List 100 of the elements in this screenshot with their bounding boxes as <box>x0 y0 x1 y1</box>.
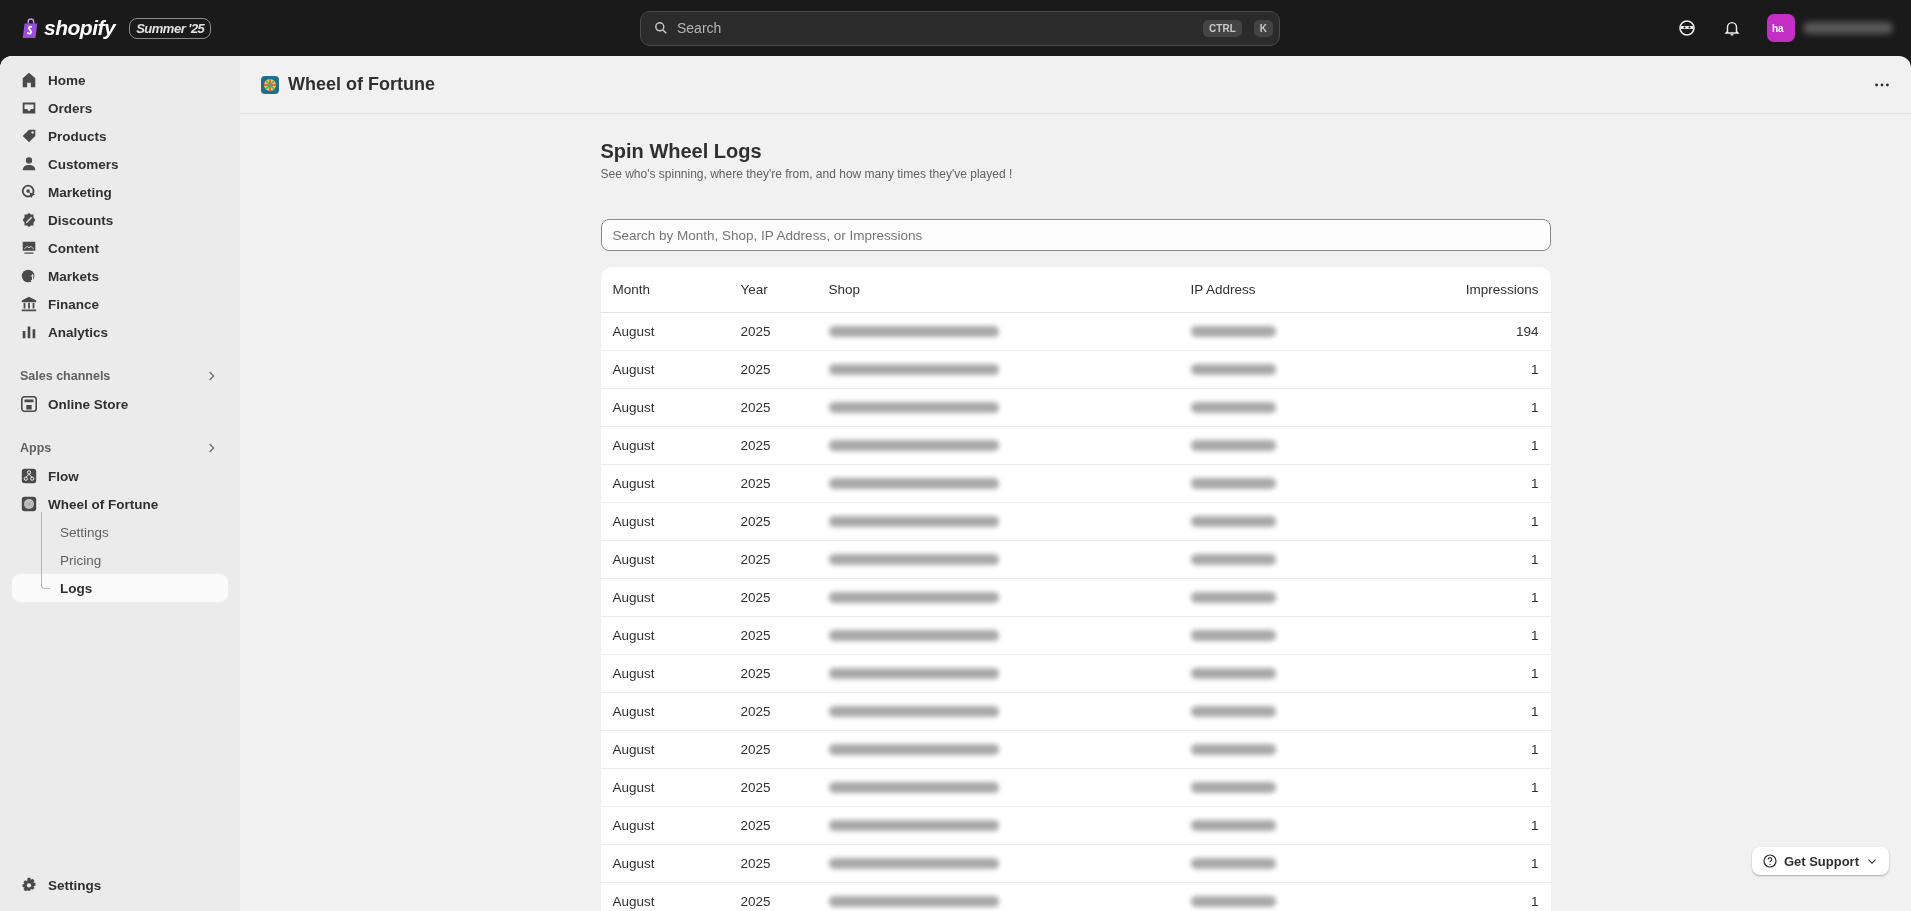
table-cell-text: August <box>612 324 656 339</box>
section-heading: Apps <box>20 441 52 455</box>
settings-icon <box>20 876 38 894</box>
nav-item[interactable]: Online Store <box>12 390 137 418</box>
page-title: Spin Wheel Logs <box>600 140 763 163</box>
table-cell-text: 1 <box>1530 514 1539 529</box>
table-cell-text: August <box>612 476 656 491</box>
nav-item[interactable]: Discounts <box>12 206 122 234</box>
table-row[interactable]: August 2025 1 <box>600 541 1551 579</box>
column-header: IP Address <box>1190 282 1257 297</box>
table-cell-text: 2025 <box>740 742 772 757</box>
nav-item[interactable]: Home <box>12 66 94 94</box>
table-cell-text: August <box>612 438 656 453</box>
column-header: Shop <box>828 282 862 297</box>
table-row[interactable]: August 2025 1 <box>600 389 1551 427</box>
brand-wordmark[interactable]: shopify <box>44 16 116 40</box>
table-cell-text: 1 <box>1530 780 1539 795</box>
table-cell-text: 1 <box>1530 362 1539 377</box>
table-cell-text: 2025 <box>740 856 772 871</box>
table-cell-text: August <box>612 780 656 795</box>
home-icon <box>20 71 38 89</box>
get-support-button[interactable]: Get Support <box>1751 847 1889 875</box>
table-cell-text: 1 <box>1530 552 1539 567</box>
table-cell-text: August <box>612 856 656 871</box>
table-cell-text: 2025 <box>740 514 772 529</box>
masked-face-icon[interactable] <box>1677 18 1697 38</box>
table-cell-text: August <box>612 400 656 415</box>
column-header: Impressions <box>1464 282 1539 297</box>
nav-item[interactable]: Settings <box>12 871 110 899</box>
table-cell-text: August <box>612 666 656 681</box>
edition-badge: Summer '25 <box>129 17 212 39</box>
table-cell-text: 1 <box>1530 438 1539 453</box>
table-cell-text: 2025 <box>740 628 772 643</box>
shopping-bag-logo-icon <box>20 16 40 40</box>
table-row[interactable]: August 2025 1 <box>600 655 1551 693</box>
notification-bell-icon[interactable] <box>1723 19 1741 37</box>
table-row[interactable]: August 2025 1 <box>600 731 1551 769</box>
person-icon <box>20 155 38 173</box>
table-row[interactable]: August 2025 1 <box>600 465 1551 503</box>
table-cell-text: 1 <box>1530 818 1539 833</box>
table-row[interactable]: August 2025 194 <box>600 313 1551 351</box>
target-icon <box>20 183 38 201</box>
table-row[interactable]: August 2025 1 <box>600 769 1551 807</box>
keyboard-key: CTRL <box>1203 19 1242 37</box>
nav-subitem[interactable]: Logs <box>12 574 228 602</box>
table-cell-text: 1 <box>1530 666 1539 681</box>
table-row[interactable]: August 2025 1 <box>600 351 1551 389</box>
table-cell-text: 1 <box>1530 894 1539 909</box>
search-field[interactable]: Search by Month, Shop, IP Address, or Impressions <box>600 219 1551 251</box>
table-cell-text: 1 <box>1530 742 1539 757</box>
page-subtitle: See who's spinning, where they're from, and how many times they've played ! <box>600 167 1014 181</box>
table-cell-text: August <box>612 818 656 833</box>
table-cell-text: August <box>612 552 656 567</box>
table-cell-text: 2025 <box>740 324 772 339</box>
search-field[interactable]: Search CTRL K <box>640 10 1280 46</box>
nav-subitem[interactable]: Pricing <box>12 546 228 574</box>
table-cell-text: 2025 <box>740 476 772 491</box>
nav-item[interactable]: Flow <box>12 462 87 490</box>
wheel-app-icon <box>260 74 280 95</box>
table-row[interactable]: August 2025 1 <box>600 807 1551 845</box>
flow-nodes-icon <box>20 467 38 485</box>
nav-item[interactable]: Orders <box>12 94 101 122</box>
table-cell-text: 2025 <box>740 552 772 567</box>
nav-item[interactable]: Customers <box>12 150 127 178</box>
table-cell-text: 2025 <box>740 400 772 415</box>
nav-subitem[interactable]: Settings <box>12 518 228 546</box>
image-card-icon <box>20 239 38 257</box>
table-row[interactable]: August 2025 1 <box>600 617 1551 655</box>
app-title: Wheel of Fortune <box>288 74 436 95</box>
table-cell-text: 194 <box>1514 324 1539 339</box>
table-row[interactable]: August 2025 1 <box>600 693 1551 731</box>
nav-item[interactable]: Content <box>12 234 107 262</box>
table-cell-text: August <box>612 590 656 605</box>
nav-item[interactable]: Products <box>12 122 115 150</box>
table-cell-text: August <box>612 628 656 643</box>
help-circle-icon <box>1761 853 1778 869</box>
table-cell-text: 2025 <box>740 894 772 909</box>
column-header: Month <box>612 282 652 297</box>
table-row[interactable]: August 2025 1 <box>600 503 1551 541</box>
table-cell-text: August <box>612 894 656 909</box>
table-row[interactable]: August 2025 1 <box>600 579 1551 617</box>
keyboard-key: K <box>1253 19 1273 37</box>
nav-item[interactable]: Markets <box>12 262 108 290</box>
table-row[interactable]: August 2025 1 <box>600 883 1551 911</box>
table-cell-text: 1 <box>1530 590 1539 605</box>
table-cell-text: 1 <box>1530 476 1539 491</box>
nav-item[interactable]: Analytics <box>12 318 117 346</box>
table-row[interactable]: August 2025 1 <box>600 845 1551 883</box>
table-cell-text: August <box>612 514 656 529</box>
table-row[interactable]: August 2025 1 <box>600 427 1551 465</box>
table-cell-text: 2025 <box>740 780 772 795</box>
tag-icon <box>20 127 38 145</box>
search-placeholder: Search <box>677 20 722 36</box>
nav-item[interactable]: Finance <box>12 290 107 318</box>
table-cell-text: 2025 <box>740 362 772 377</box>
nav-item[interactable]: Marketing <box>12 178 120 206</box>
nav-item[interactable]: Wheel of Fortune <box>12 490 167 518</box>
section-heading: Sales channels <box>20 369 111 383</box>
discount-badge-icon <box>20 211 38 229</box>
store-avatar[interactable]: ha <box>1767 14 1795 42</box>
